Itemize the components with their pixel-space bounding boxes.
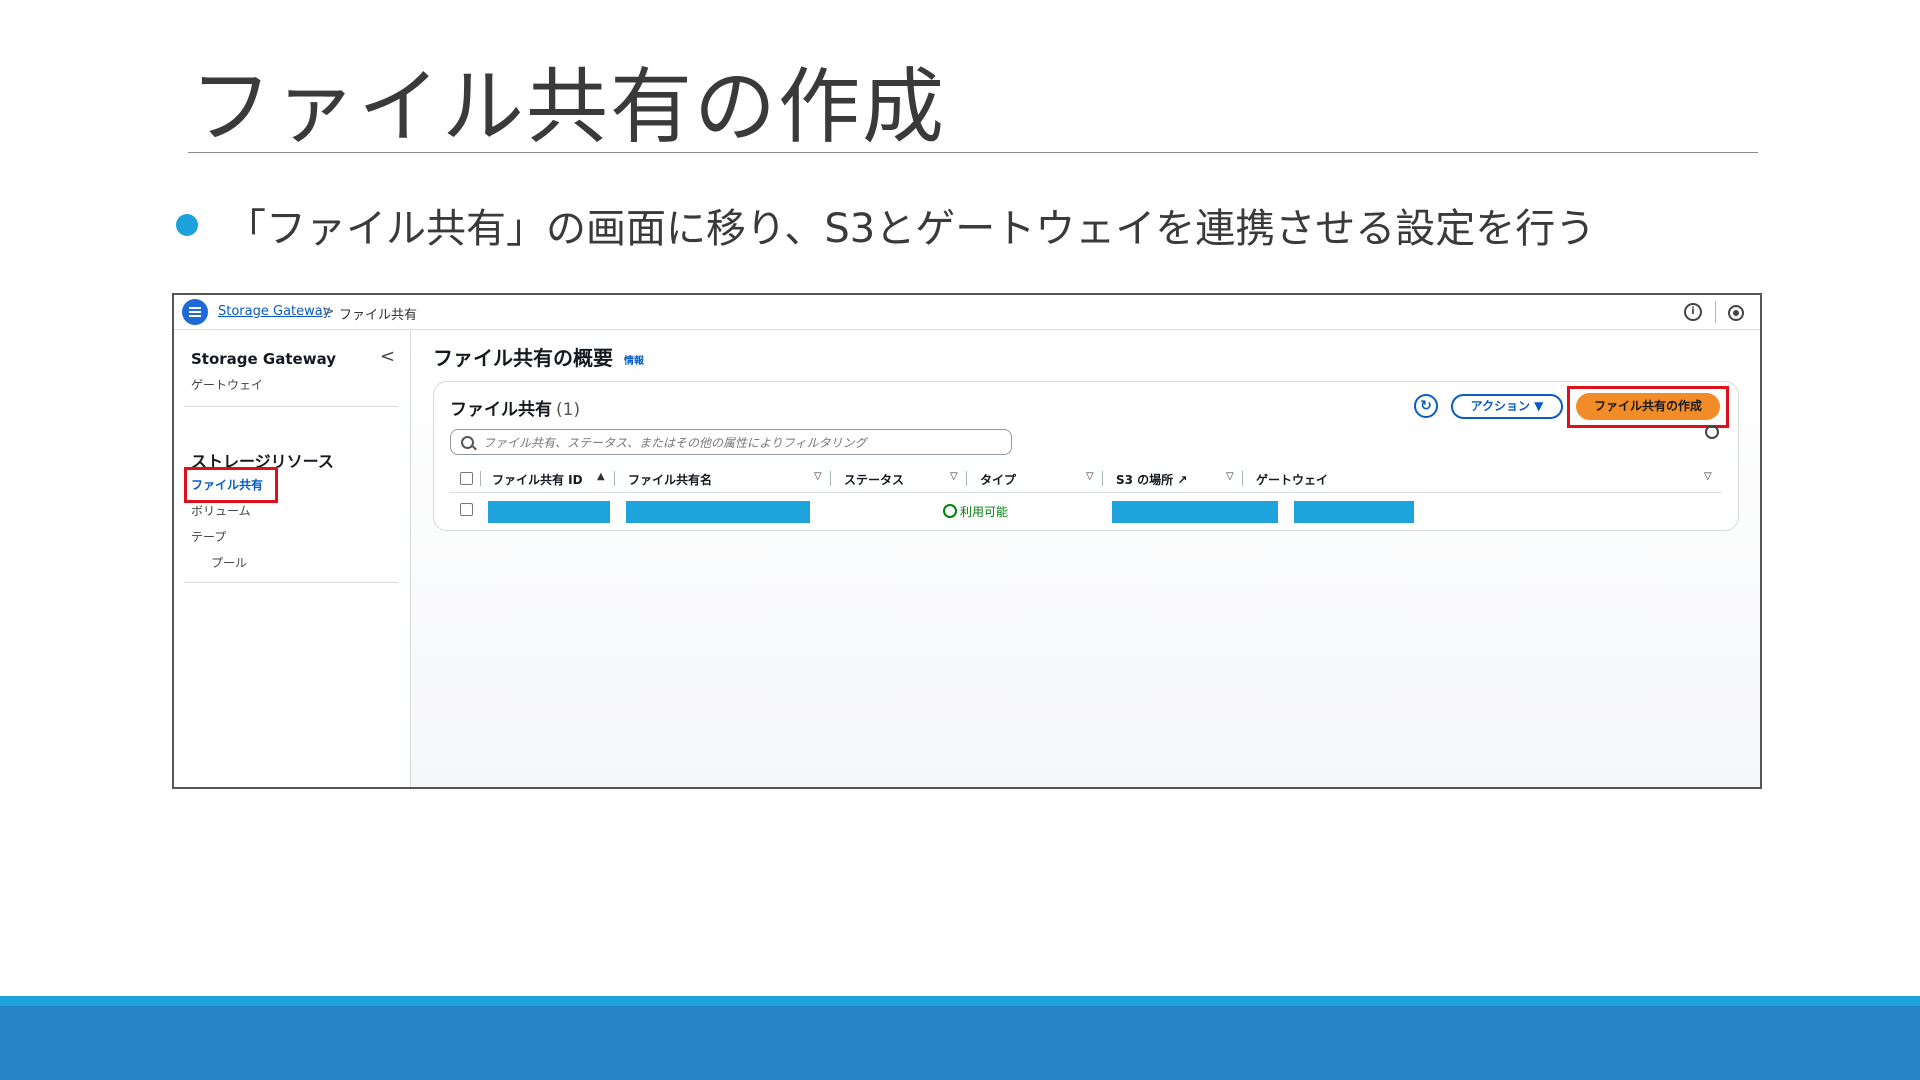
sort-asc-icon[interactable]: ▲ bbox=[597, 471, 605, 482]
status-available: 利用可能 bbox=[943, 503, 1008, 520]
sort-icon[interactable]: ▽ bbox=[950, 471, 958, 482]
topbar-divider bbox=[1715, 301, 1716, 323]
menu-icon[interactable] bbox=[182, 299, 208, 325]
column-gateway[interactable]: ゲートウェイ bbox=[1256, 471, 1328, 488]
column-s3-location-label: S3 の場所 bbox=[1116, 473, 1174, 487]
breadcrumb-separator: > bbox=[322, 302, 335, 320]
check-circle-icon bbox=[943, 504, 957, 518]
search-icon bbox=[461, 436, 474, 449]
redacted-s3-location bbox=[1112, 501, 1278, 523]
highlight-box-create bbox=[1567, 386, 1729, 428]
column-type[interactable]: タイプ bbox=[980, 471, 1016, 488]
sidebar-divider bbox=[184, 582, 398, 583]
sidebar-item-gateway[interactable]: ゲートウェイ bbox=[191, 376, 263, 393]
actions-dropdown[interactable]: アクション ▼ bbox=[1451, 394, 1563, 419]
breadcrumb-current: ファイル共有 bbox=[339, 308, 418, 323]
footer-band bbox=[0, 1006, 1920, 1080]
card-title: ファイル共有 (1) bbox=[450, 395, 580, 420]
sort-icon[interactable]: ▽ bbox=[1704, 471, 1712, 482]
table-header: ファイル共有 ID ▲ ファイル共有名 ▽ ステータス ▽ タイプ ▽ S3 の… bbox=[450, 466, 1722, 493]
title-divider bbox=[188, 152, 1758, 153]
column-divider bbox=[966, 471, 967, 486]
top-navigation: Storage Gateway > ファイル共有 i bbox=[174, 295, 1760, 330]
sidebar-item-pools[interactable]: プール bbox=[211, 554, 247, 571]
slide-title: ファイル共有の作成 bbox=[190, 60, 947, 155]
bullet-icon bbox=[176, 214, 198, 236]
file-share-count: (1) bbox=[556, 400, 581, 420]
search-placeholder: ファイル共有、ステータス、またはその他の属性によりフィルタリング bbox=[483, 436, 867, 450]
column-divider bbox=[1102, 471, 1103, 486]
column-status[interactable]: ステータス bbox=[844, 471, 904, 488]
sidebar-divider bbox=[184, 406, 398, 407]
column-file-share-id[interactable]: ファイル共有 ID bbox=[492, 471, 583, 488]
column-divider bbox=[614, 471, 615, 486]
sort-icon[interactable]: ▽ bbox=[1226, 471, 1234, 482]
breadcrumb-storage-gateway[interactable]: Storage Gateway bbox=[218, 304, 330, 319]
redacted-gateway bbox=[1294, 501, 1414, 523]
collapse-sidebar-icon[interactable]: < bbox=[380, 346, 395, 367]
column-divider bbox=[830, 471, 831, 486]
sidebar-item-volumes[interactable]: ボリューム bbox=[191, 502, 251, 519]
sidebar-title: Storage Gateway bbox=[191, 350, 337, 368]
settings-icon[interactable] bbox=[1728, 305, 1744, 321]
console-screenshot: Storage Gateway > ファイル共有 i Storage Gatew… bbox=[172, 293, 1762, 789]
page-title: ファイル共有の概要 bbox=[433, 346, 613, 370]
refresh-button[interactable]: ↻ bbox=[1414, 394, 1438, 418]
column-file-share-name[interactable]: ファイル共有名 bbox=[628, 471, 712, 488]
sort-icon[interactable]: ▽ bbox=[814, 471, 822, 482]
info-link[interactable]: 情報 bbox=[624, 352, 644, 367]
row-checkbox[interactable] bbox=[460, 503, 473, 516]
redacted-file-share-name bbox=[626, 501, 810, 523]
main-content: ファイル共有の概要 情報 ファイル共有 (1) ↻ アクション ▼ ファイル共有の… bbox=[411, 330, 1760, 787]
table-settings-icon[interactable] bbox=[1705, 425, 1719, 439]
info-icon[interactable]: i bbox=[1684, 303, 1702, 321]
bullet-text: 「ファイル共有」の画面に移り、S3とゲートウェイを連携させる設定を行う bbox=[226, 206, 1596, 252]
external-link-icon: ↗ bbox=[1177, 473, 1188, 487]
select-all-checkbox[interactable] bbox=[460, 472, 473, 485]
status-text: 利用可能 bbox=[960, 505, 1009, 519]
column-divider bbox=[480, 471, 481, 486]
footer-band-light bbox=[0, 996, 1920, 1006]
sidebar: Storage Gateway < ゲートウェイ ストレージリソース ファイル共… bbox=[174, 330, 411, 787]
highlight-box-file-shares bbox=[184, 467, 278, 503]
table-row[interactable]: 利用可能 NFS bbox=[450, 493, 1722, 523]
column-divider bbox=[1242, 471, 1243, 486]
redacted-file-share-id bbox=[488, 501, 610, 523]
file-shares-card: ファイル共有 (1) ↻ アクション ▼ ファイル共有の作成 ファイル共有、ステー… bbox=[433, 381, 1739, 531]
sidebar-item-tapes[interactable]: テープ bbox=[191, 528, 226, 545]
column-s3-location[interactable]: S3 の場所 ↗ bbox=[1116, 471, 1187, 488]
card-title-text: ファイル共有 bbox=[450, 400, 552, 420]
sort-icon[interactable]: ▽ bbox=[1086, 471, 1094, 482]
filter-search-input[interactable]: ファイル共有、ステータス、またはその他の属性によりフィルタリング bbox=[450, 429, 1012, 455]
